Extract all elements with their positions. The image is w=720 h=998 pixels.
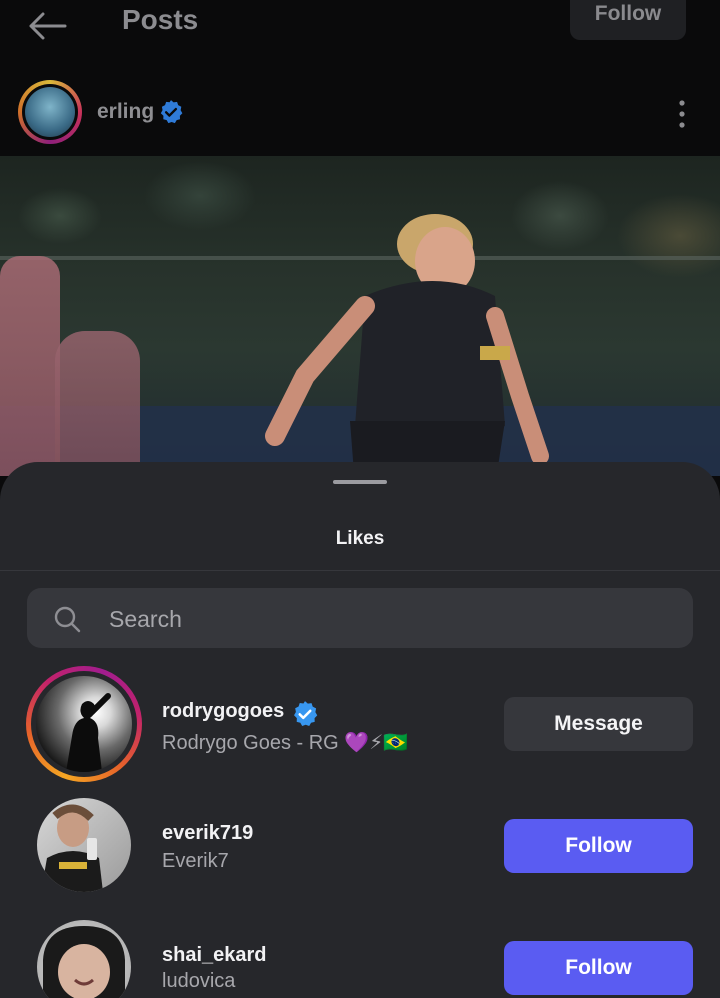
verified-badge-icon	[294, 701, 318, 727]
sheet-drag-handle[interactable]	[333, 480, 387, 484]
divider	[0, 570, 720, 571]
full-name: Everik7	[162, 850, 229, 872]
page-title: Posts	[122, 4, 199, 35]
avatar-photo	[43, 926, 125, 998]
follow-button[interactable]: Follow	[504, 941, 693, 995]
author-avatar[interactable]	[18, 80, 82, 144]
more-vertical-icon[interactable]	[668, 98, 696, 130]
author-username[interactable]: erling	[97, 100, 154, 124]
avatar[interactable]	[26, 916, 142, 998]
username[interactable]: rodrygogoes	[162, 700, 284, 723]
username[interactable]: shai_ekard	[162, 944, 267, 967]
message-button[interactable]: Message	[504, 697, 693, 751]
arrow-left-icon	[29, 12, 67, 40]
username[interactable]: everik719	[162, 822, 253, 845]
search-icon	[54, 606, 81, 633]
page: Posts Follow erling Likes Search rodrygo…	[0, 0, 720, 998]
post-photo-player	[265, 214, 549, 476]
likes-sheet: Likes rodrygogoes	[0, 462, 720, 998]
sheet-title: Likes	[335, 528, 385, 549]
follow-button[interactable]: Follow	[504, 819, 693, 873]
full-name: Rodrygo Goes - RG 💜⚡🇧🇷	[162, 732, 409, 754]
post-image[interactable]	[0, 156, 720, 476]
avatar-photo	[41, 804, 103, 892]
verified-badge-icon	[160, 100, 183, 124]
back-button[interactable]	[22, 4, 72, 48]
full-name: ludovica	[162, 970, 236, 992]
avatar[interactable]	[26, 794, 142, 910]
post-author-row: erling	[0, 74, 720, 152]
search-bar[interactable]	[27, 588, 693, 650]
search-input[interactable]	[107, 588, 671, 650]
avatar[interactable]	[26, 666, 142, 782]
header-bar: Posts Follow	[0, 0, 720, 62]
header-follow-button[interactable]: Follow	[570, 0, 686, 40]
avatar-silhouette	[66, 693, 111, 772]
